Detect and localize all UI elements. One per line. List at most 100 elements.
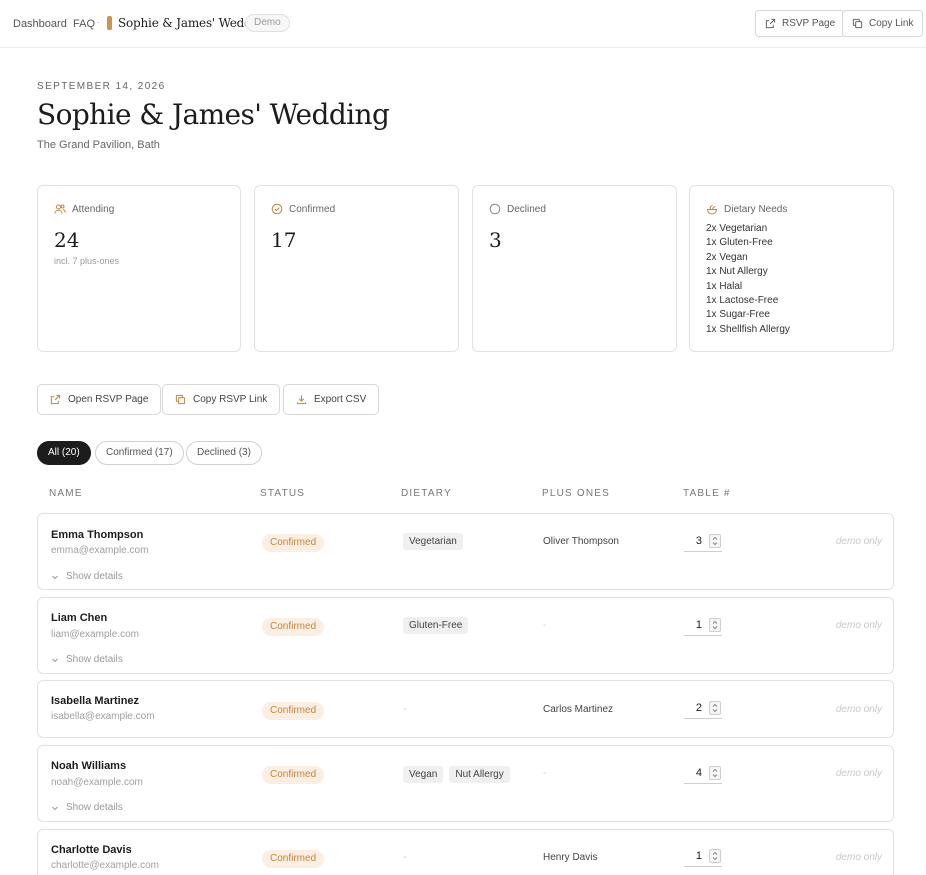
top-nav: Dashboard FAQ · Sophie & James' Wedding … <box>0 0 926 48</box>
plus-one-name: Carlos Martinez <box>543 704 614 715</box>
table-number-value: 3 <box>695 535 702 547</box>
table-number-value: 4 <box>695 767 702 779</box>
export-csv-label: Export CSV <box>314 394 367 405</box>
guest-name: Emma Thompson <box>51 529 144 541</box>
table-row: Charlotte Davis charlotte@example.com Co… <box>37 829 894 875</box>
stat-value: 3 <box>489 228 502 252</box>
table-row: Emma Thompson emma@example.com Confirmed… <box>37 513 894 590</box>
guest-email: liam@example.com <box>51 629 139 640</box>
table-number-stepper[interactable] <box>709 766 721 780</box>
event-date: SEPTEMBER 14, 2026 <box>37 81 166 92</box>
breadcrumb-separator: · <box>97 17 101 28</box>
table-number-value: 2 <box>695 702 702 714</box>
show-details-toggle[interactable]: Show details <box>51 571 123 582</box>
status-badge: Confirmed <box>262 850 325 868</box>
stat-value: 17 <box>271 228 297 252</box>
guest-name: Liam Chen <box>51 612 108 624</box>
status-badge: Confirmed <box>262 618 325 636</box>
table-number-stepper[interactable] <box>709 618 721 632</box>
show-details-toggle[interactable]: Show details <box>51 654 123 665</box>
stepper-arrows-icon <box>712 768 718 778</box>
stepper-arrows-icon <box>712 536 718 546</box>
guest-name: Isabella Martinez <box>51 695 140 707</box>
table-number-stepper[interactable] <box>709 849 721 863</box>
guest-email: noah@example.com <box>51 777 143 788</box>
stepper-arrows-icon <box>712 703 718 713</box>
column-header-plus-ones: PLUS ONES <box>542 488 611 499</box>
dietary-item: 1x Lactose-Free <box>706 295 779 307</box>
stat-subtext: incl. 7 plus-ones <box>54 256 120 266</box>
rsvp-page-button[interactable]: RSVP Page <box>755 10 846 37</box>
table-number-input[interactable]: 1 <box>684 616 722 636</box>
guest-email: emma@example.com <box>51 545 149 556</box>
table-row: Noah Williams noah@example.com Confirmed… <box>37 745 894 822</box>
plus-one-empty: - <box>543 768 547 779</box>
dietary-tags: Gluten-Free <box>403 617 469 634</box>
dietary-tag: Gluten-Free <box>403 617 469 634</box>
dietary-item: 2x Vegan <box>706 251 748 263</box>
guest-email: isabella@example.com <box>51 711 155 722</box>
table-number-input[interactable]: 2 <box>684 699 722 719</box>
copy-link-button[interactable]: Copy Link <box>842 10 924 37</box>
chevron-down-icon <box>52 658 58 662</box>
event-venue: The Grand Pavilion, Bath <box>37 139 160 151</box>
salad-icon <box>706 205 718 215</box>
table-number-input[interactable]: 1 <box>684 847 722 867</box>
dietary-item: 1x Halal <box>706 280 743 292</box>
stat-label: Dietary Needs <box>724 203 788 215</box>
show-details-toggle[interactable]: Show details <box>51 802 123 813</box>
show-details-label: Show details <box>66 802 123 813</box>
open-rsvp-page-label: Open RSVP Page <box>68 394 149 405</box>
demo-only-note: demo only <box>835 620 882 631</box>
demo-only-note: demo only <box>835 768 882 779</box>
dietary-item: 1x Nut Allergy <box>706 266 768 278</box>
table-number-input[interactable]: 3 <box>684 532 722 552</box>
stat-label: Declined <box>507 203 546 215</box>
filter-all[interactable]: All (20) <box>37 441 91 465</box>
external-link-icon <box>50 394 61 405</box>
filter-declined[interactable]: Declined (3) <box>186 441 262 465</box>
copy-icon <box>852 18 863 29</box>
page-title: Sophie & James' Wedding <box>37 98 390 131</box>
export-csv-button[interactable]: Export CSV <box>283 384 380 415</box>
table-number-input[interactable]: 4 <box>684 764 722 784</box>
stat-value: 24 <box>54 228 80 252</box>
status-badge: Confirmed <box>262 766 325 784</box>
copy-rsvp-link-label: Copy RSVP Link <box>193 394 268 405</box>
show-details-label: Show details <box>66 654 123 665</box>
dietary-item: 1x Shellfish Allergy <box>706 323 790 335</box>
dietary-empty: - <box>403 852 407 863</box>
dietary-tags: Vegetarian <box>403 533 463 550</box>
dietary-tag: Vegan <box>403 766 444 783</box>
breadcrumb-dashboard[interactable]: Dashboard <box>13 18 67 30</box>
column-header-status: STATUS <box>260 488 306 499</box>
dietary-item: 1x Sugar-Free <box>706 309 770 321</box>
table-number-stepper[interactable] <box>709 534 721 548</box>
guest-name: Noah Williams <box>51 760 127 772</box>
plus-one-name: Henry Davis <box>543 852 598 863</box>
table-number-stepper[interactable] <box>709 701 721 715</box>
filter-confirmed[interactable]: Confirmed (17) <box>95 441 184 465</box>
guest-name: Charlotte Davis <box>51 844 132 856</box>
users-icon <box>54 204 66 214</box>
stat-label: Attending <box>72 203 115 215</box>
dietary-list: 2x Vegetarian 1x Gluten-Free 2x Vegan 1x… <box>706 222 790 337</box>
open-rsvp-page-button[interactable]: Open RSVP Page <box>37 384 162 415</box>
event-color-marker <box>107 16 112 30</box>
copy-rsvp-link-button[interactable]: Copy RSVP Link <box>162 384 281 415</box>
demo-only-note: demo only <box>835 536 882 547</box>
copy-link-label: Copy Link <box>869 18 914 29</box>
circle-icon <box>489 203 501 215</box>
plus-one-empty: - <box>543 620 547 631</box>
stat-card-confirmed: Confirmed 17 <box>254 185 459 352</box>
check-circle-icon <box>271 203 283 215</box>
table-number-value: 1 <box>695 619 702 631</box>
rsvp-page-label: RSVP Page <box>782 18 836 29</box>
breadcrumb-faq[interactable]: FAQ <box>73 18 95 30</box>
demo-only-note: demo only <box>835 704 882 715</box>
stat-label: Confirmed <box>289 203 336 215</box>
show-details-label: Show details <box>66 571 123 582</box>
status-badge: Confirmed <box>262 702 325 720</box>
guest-email: charlotte@example.com <box>51 860 159 871</box>
stat-card-declined: Declined 3 <box>472 185 677 352</box>
